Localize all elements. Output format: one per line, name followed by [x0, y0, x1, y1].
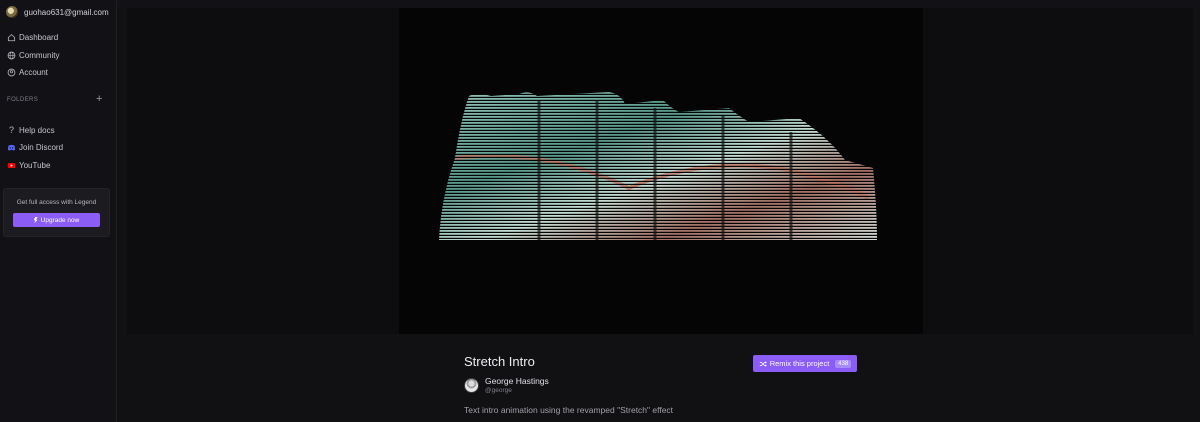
nav-item-label: Join Discord — [19, 142, 64, 152]
author-avatar — [464, 377, 479, 393]
nav-item-youtube[interactable]: YouTube — [7, 158, 50, 172]
question-icon: ? — [8, 125, 14, 135]
add-folder-button[interactable]: + — [96, 94, 102, 105]
account-switcher[interactable]: guohao631@gmail.com — [0, 0, 117, 24]
upgrade-text: Get full access with Legend — [16, 199, 97, 206]
nav-item-community[interactable]: Community — [7, 48, 59, 62]
nav-item-join-discord[interactable]: Join Discord — [7, 140, 63, 154]
folders-heading: FOLDERS — [7, 97, 39, 103]
user-circle-icon — [7, 68, 16, 77]
nav-item-dashboard[interactable]: Dashboard — [7, 30, 58, 44]
sidebar: guohao631@gmail.com Dashboard Community … — [0, 0, 117, 422]
youtube-icon — [7, 161, 16, 170]
nav-item-label: Dashboard — [19, 32, 59, 42]
nav-item-label: YouTube — [19, 160, 51, 170]
project-description: Text intro animation using the revamped … — [464, 405, 674, 415]
project-preview[interactable] — [399, 8, 923, 334]
preview-frame — [127, 8, 1193, 334]
avatar — [6, 6, 18, 18]
upgrade-button[interactable]: Upgrade now — [13, 213, 100, 227]
remix-project-button[interactable]: Remix this project 438 — [753, 355, 857, 372]
author-block[interactable]: George Hastings @george — [464, 376, 549, 394]
nav-item-label: Help docs — [19, 125, 55, 135]
shuffle-icon — [759, 360, 767, 367]
preview-animation — [439, 92, 877, 240]
author-handle: @george — [485, 387, 512, 394]
upgrade-button-label: Upgrade now — [40, 216, 80, 224]
nav-item-label: Community — [19, 50, 60, 60]
nav-item-label: Account — [19, 67, 48, 77]
account-email: guohao631@gmail.com — [24, 7, 109, 17]
upgrade-card: Get full access with Legend Upgrade now — [3, 188, 110, 237]
globe-icon — [7, 51, 16, 60]
bolt-icon — [33, 217, 38, 223]
project-title: Stretch Intro — [464, 354, 535, 369]
author-name[interactable]: George Hastings — [485, 376, 549, 386]
remix-button-label: Remix this project — [769, 359, 830, 368]
nav-item-help-docs[interactable]: ? Help docs — [7, 123, 55, 137]
home-icon — [7, 33, 16, 42]
remix-count-badge: 438 — [835, 359, 852, 368]
discord-icon — [7, 143, 16, 152]
nav-item-account[interactable]: Account — [7, 65, 48, 79]
top-bar — [118, 0, 1200, 8]
